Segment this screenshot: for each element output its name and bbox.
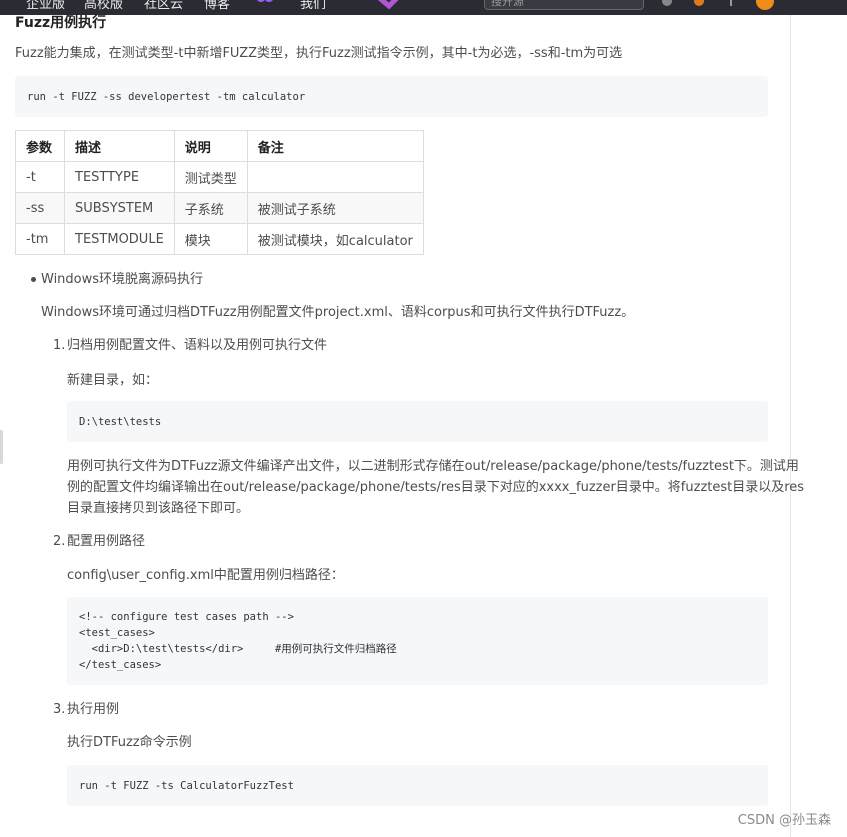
notification-icon[interactable] — [662, 0, 672, 6]
table-cell: TESTTYPE — [64, 161, 175, 193]
step-title: 归档用例配置文件、语料以及用例可执行文件 — [67, 338, 328, 353]
code-line: run -t FUZZ -ts CalculatorFuzzTest — [79, 780, 294, 792]
content-right-border — [790, 15, 791, 837]
table-header-cell: 说明 — [173, 130, 248, 162]
nav-item-community-cloud[interactable]: 社区云 — [144, 0, 183, 12]
code-line: D:\test\tests — [79, 416, 162, 428]
code-block-directory[interactable]: D:\test\tests — [67, 401, 768, 442]
nav-item-enterprise[interactable]: 企业版 — [26, 0, 65, 12]
table-row: -tm TESTMODULE 模块 被测试模块，如calculator — [15, 223, 424, 255]
nav-item-us[interactable]: 我们 — [300, 0, 326, 12]
parameter-table: 参数 描述 说明 备注 -t TESTTYPE 测试类型 -ss SUBSYST… — [15, 130, 424, 255]
table-cell: -ss — [15, 192, 65, 224]
csdn-watermark: CSDN @孙玉森 — [737, 813, 831, 828]
step-text: 执行DTFuzz命令示例 — [67, 735, 192, 750]
table-cell — [246, 161, 424, 193]
step-title: 配置用例路径 — [67, 534, 146, 549]
table-cell: TESTMODULE — [64, 223, 175, 255]
top-navigation-bar: 企业版 高校版 社区云 博客 我们 搜开源 — [0, 0, 847, 15]
table-row: -t TESTTYPE 测试类型 — [15, 161, 424, 193]
step-number: 2. — [53, 534, 66, 549]
step-text-line: 目录直接拷贝到该路径下即可。 — [67, 501, 250, 516]
search-input[interactable]: 搜开源 — [484, 0, 644, 10]
table-row: -ss SUBSYSTEM 子系统 被测试子系统 — [15, 192, 424, 224]
table-cell: 测试类型 — [173, 161, 248, 193]
table-cell: 子系统 — [173, 192, 248, 224]
lightbulb-icon[interactable] — [694, 0, 704, 6]
code-block-user-config[interactable]: <!-- configure test cases path --> <test… — [67, 597, 768, 685]
code-block-run-command[interactable]: run -t FUZZ -ts CalculatorFuzzTest — [67, 765, 768, 806]
divider — [730, 0, 732, 6]
table-cell: -t — [15, 161, 65, 193]
step-text: config\user_config.xml中配置用例归档路径： — [67, 568, 344, 583]
nav-item-blog[interactable]: 博客 — [204, 0, 230, 12]
intro-paragraph: Fuzz能力集成，在测试类型-t中新增FUZZ类型，执行Fuzz测试指令示例，其… — [15, 46, 623, 61]
table-header-cell: 描述 — [64, 130, 175, 162]
nav-item-university[interactable]: 高校版 — [84, 0, 123, 12]
step-text-line: 例的配置文件均编译输出在out/release/package/phone/te… — [67, 480, 805, 495]
windows-description: Windows环境可通过归档DTFuzz用例配置文件project.xml、语料… — [41, 305, 635, 320]
step-number: 1. — [53, 338, 66, 353]
step-number: 3. — [53, 702, 66, 717]
table-cell: -tm — [15, 223, 65, 255]
code-line: <test_cases> — [79, 627, 155, 639]
step-text-line: 用例可执行文件为DTFuzz源文件编译产出文件，以二进制形式存储在out/rel… — [67, 459, 799, 474]
table-header-cell: 参数 — [15, 130, 65, 162]
code-line: </test_cases> — [79, 659, 162, 671]
windows-bullet-title: Windows环境脱离源码执行 — [41, 272, 204, 287]
table-header-row: 参数 描述 说明 备注 — [15, 130, 424, 162]
table-cell: SUBSYSTEM — [64, 192, 175, 224]
table-cell: 被测试模块，如calculator — [246, 223, 424, 255]
table-header-cell: 备注 — [246, 130, 424, 162]
section-title: Fuzz用例执行 — [15, 15, 107, 31]
table-cell: 被测试子系统 — [246, 192, 424, 224]
code-block-fuzz-command[interactable]: run -t FUZZ -ss developertest -tm calcul… — [15, 76, 768, 117]
avatar[interactable] — [756, 0, 774, 10]
table-cell: 模块 — [173, 223, 248, 255]
decorative-logo-icon — [377, 0, 399, 10]
sidebar-toggle-tab[interactable] — [0, 430, 3, 464]
step-title: 执行用例 — [67, 702, 120, 717]
code-line: run -t FUZZ -ss developertest -tm calcul… — [27, 91, 306, 103]
bullet-dot — [31, 277, 36, 282]
step-text: 新建目录，如： — [67, 373, 159, 388]
code-line: <dir>D:\test\tests</dir> #用例可执行文件归档路径 — [79, 643, 397, 655]
code-line: <!-- configure test cases path --> — [79, 611, 294, 623]
brand-logo-icon[interactable] — [253, 0, 277, 7]
